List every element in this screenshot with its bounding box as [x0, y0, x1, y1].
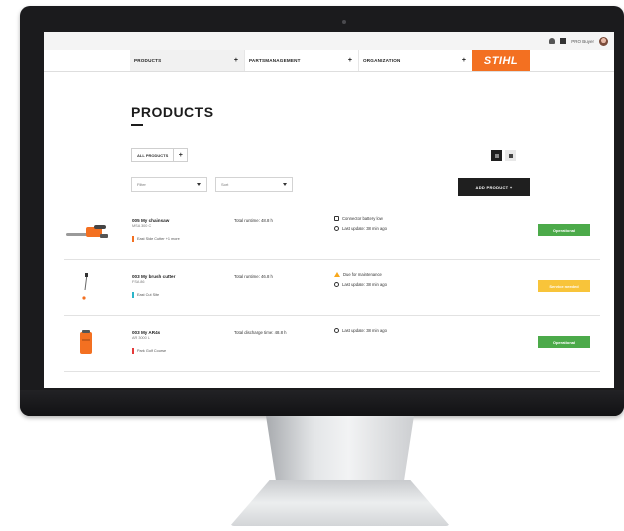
info-line: Last update: 38 min ago	[334, 226, 387, 231]
product-serial: MSA 300 C	[132, 224, 152, 228]
plus-icon: +	[347, 57, 352, 64]
location-tag-label: East Cut Site	[137, 293, 160, 297]
nav-item-organization[interactable]: ORGANIZATION +	[358, 50, 472, 71]
location-color-marker	[132, 348, 134, 354]
product-location-tag: East Cut Site	[132, 292, 159, 298]
filter-bar: Filter Sort	[131, 177, 293, 192]
info-text: Connector battery low	[342, 216, 383, 221]
battery-pack-image	[80, 330, 92, 354]
product-name[interactable]: 003 My AR4s	[132, 330, 160, 335]
product-discharge-time: Total discharge time: 48.8 h	[234, 330, 287, 335]
info-text: Last update: 38 min ago	[342, 328, 387, 333]
brush-cutter-image	[82, 273, 88, 300]
status-badge: Service needed	[538, 280, 590, 292]
product-location-tag: East Side Cutter +1 more	[132, 236, 180, 242]
location-color-marker	[132, 236, 134, 242]
info-text: Due for maintenance	[343, 272, 382, 277]
product-serial: AR 3000 L	[132, 336, 150, 340]
plus-icon: +	[233, 57, 238, 64]
product-tabs: ALL PRODUCTS +	[131, 148, 189, 162]
product-row[interactable]: 005 My chainsaw MSA 300 C East Side Cutt…	[64, 204, 600, 260]
battery-icon	[334, 216, 339, 221]
product-runtime: Total runtime: 46.8 h	[234, 274, 273, 279]
info-line: Connector battery low	[334, 216, 387, 221]
sync-icon	[334, 328, 339, 333]
status-badge: Operational	[538, 224, 590, 236]
product-info: Connector battery low Last update: 38 mi…	[334, 216, 387, 231]
monitor-stand-neck	[266, 416, 414, 482]
sort-dropdown-label: Sort	[221, 182, 229, 187]
product-name[interactable]: 003 My brush cutter	[132, 274, 175, 279]
apps-grid-icon[interactable]	[560, 38, 567, 44]
sort-dropdown[interactable]: Sort	[215, 177, 293, 192]
nav-item-products[interactable]: PRODUCTS +	[130, 50, 244, 71]
product-row[interactable]: 003 My brush cutter FSA 86 East Cut Site…	[64, 260, 600, 316]
filter-dropdown-label: Filter	[137, 182, 146, 187]
add-product-label: ADD PRODUCT +	[475, 184, 513, 190]
product-location-tag: Park Golf Course	[132, 348, 166, 354]
avatar[interactable]	[599, 36, 608, 46]
plus-icon: +	[461, 57, 466, 64]
screen: PRO Buyer PRODUCTS + PARTSMANAGEMENT + O…	[44, 32, 614, 388]
grid-view-icon	[494, 153, 499, 158]
info-line: Last update: 38 min ago	[334, 282, 387, 287]
filter-dropdown[interactable]: Filter	[131, 177, 207, 192]
tab-all-products[interactable]: ALL PRODUCTS	[131, 148, 175, 162]
camera-dot	[342, 20, 346, 24]
location-color-marker	[132, 292, 134, 298]
product-info: Due for maintenance Last update: 38 min …	[334, 272, 387, 287]
sync-icon	[334, 226, 339, 231]
stihl-logo[interactable]: STIHL	[472, 50, 530, 71]
warning-icon	[334, 272, 340, 277]
top-bar: PRO Buyer	[44, 32, 614, 50]
monitor-stand-foot	[230, 480, 450, 526]
product-info: Last update: 38 min ago	[334, 328, 387, 333]
add-tab-button[interactable]: +	[174, 148, 189, 162]
sync-icon	[334, 282, 339, 287]
chevron-down-icon	[197, 183, 201, 186]
list-view-button[interactable]	[505, 150, 516, 161]
username[interactable]: PRO Buyer	[571, 39, 594, 44]
info-text: Last update: 38 min ago	[342, 226, 387, 231]
grid-view-button[interactable]	[491, 150, 502, 161]
title-underline	[131, 124, 143, 126]
main-navigation: PRODUCTS + PARTSMANAGEMENT + ORGANIZATIO…	[44, 50, 614, 72]
product-name[interactable]: 005 My chainsaw	[132, 218, 169, 223]
product-serial: FSA 86	[132, 280, 145, 284]
nav-item-label: PRODUCTS	[134, 58, 162, 63]
nav-item-partsmanagement[interactable]: PARTSMANAGEMENT +	[244, 50, 358, 71]
add-product-button[interactable]: ADD PRODUCT +	[458, 178, 530, 196]
chevron-down-icon	[283, 183, 287, 186]
nav-item-label: PARTSMANAGEMENT	[249, 58, 301, 63]
nav-item-label: ORGANIZATION	[363, 58, 401, 63]
chainsaw-image	[66, 225, 108, 238]
view-toggle	[491, 150, 516, 161]
monitor-chin	[20, 390, 624, 416]
page-title: PRODUCTS	[131, 104, 214, 120]
info-line: Due for maintenance	[334, 272, 387, 277]
status-badge: Operational	[538, 336, 590, 348]
logo-text: STIHL	[483, 54, 519, 67]
product-list: 005 My chainsaw MSA 300 C East Side Cutt…	[64, 204, 600, 372]
info-line: Last update: 38 min ago	[334, 328, 387, 333]
location-tag-label: East Side Cutter +1 more	[137, 237, 180, 241]
bell-icon[interactable]	[549, 38, 556, 44]
product-runtime: Total runtime: 48.8 h	[234, 218, 273, 223]
info-text: Last update: 38 min ago	[342, 282, 387, 287]
location-tag-label: Park Golf Course	[137, 349, 167, 353]
product-row[interactable]: 003 My AR4s AR 3000 L Park Golf Course T…	[64, 316, 600, 372]
list-view-icon	[508, 153, 513, 158]
